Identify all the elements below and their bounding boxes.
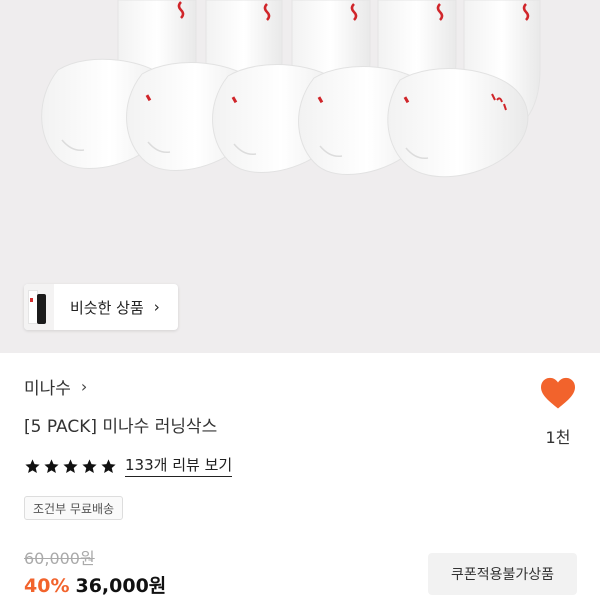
product-title: [5 PACK] 미나수 러닝삭스 [24, 417, 218, 437]
brand-name: 미나수 [24, 379, 71, 399]
shipping-badge: 조건부 무료배송 [24, 496, 124, 520]
similar-products-label: 비슷한 상품 [70, 298, 144, 317]
wishlist-button[interactable]: 1천 [532, 376, 584, 448]
similar-products-button[interactable]: 비슷한 상품 › [24, 284, 178, 330]
sale-price: 36,000원 [75, 575, 167, 597]
brand-link[interactable]: 미나수 › [24, 374, 87, 399]
wish-count: 1천 [545, 428, 571, 447]
rating-row: 133개 리뷰 보기 [24, 456, 233, 477]
coupon-unavailable-button[interactable]: 쿠폰적용불가상품 [428, 553, 577, 595]
chevron-right-icon: › [80, 377, 88, 396]
star-icon [82, 459, 97, 473]
heart-icon [541, 377, 575, 409]
discount-rate: 40% [24, 575, 70, 597]
chevron-right-icon: › [153, 298, 160, 316]
product-image[interactable]: 비슷한 상품 › [0, 0, 600, 353]
star-icon [101, 459, 116, 473]
similar-product-thumbnail [24, 284, 54, 330]
price-row: 40% 36,000원 [24, 571, 166, 598]
rating-stars [24, 458, 117, 475]
star-icon [63, 459, 78, 473]
original-price: 60,000원 [24, 549, 95, 568]
review-link[interactable]: 133개 리뷰 보기 [125, 456, 233, 477]
star-icon [44, 459, 59, 473]
star-icon [25, 459, 40, 473]
